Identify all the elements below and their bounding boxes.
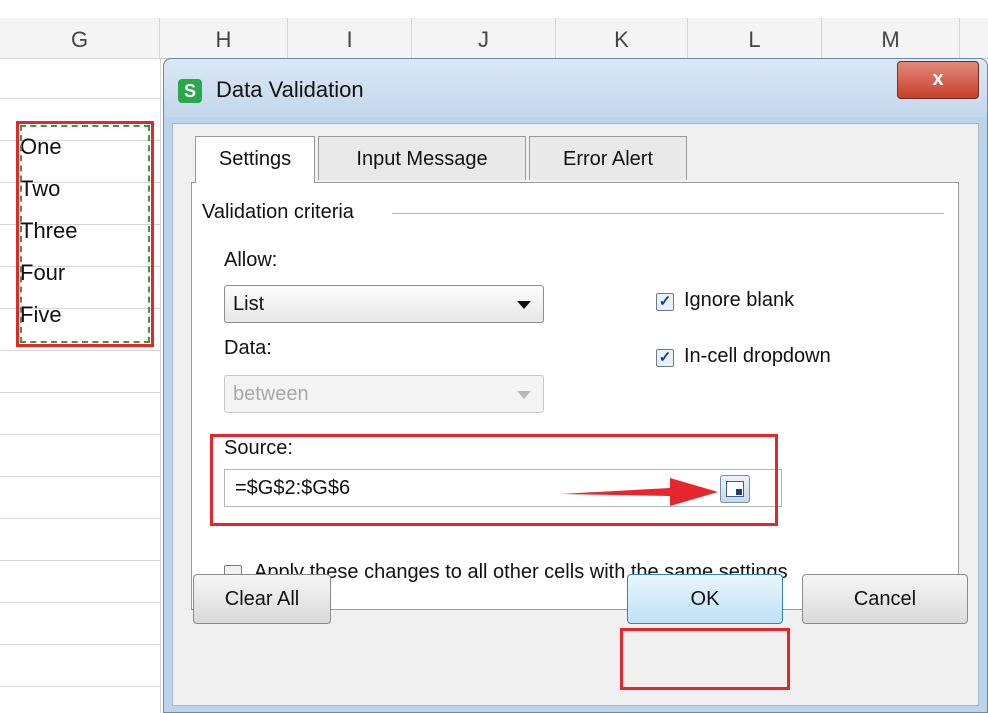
ignore-blank-checkbox[interactable]: ✓ — [656, 293, 674, 311]
row-divider — [0, 560, 160, 561]
dialog-title: Data Validation — [216, 77, 364, 102]
row-divider — [0, 350, 160, 351]
close-icon[interactable]: x — [897, 61, 979, 99]
row-divider — [0, 392, 160, 393]
tab-error-alert[interactable]: Error Alert — [529, 136, 687, 180]
column-header-k[interactable]: K — [556, 18, 688, 58]
allow-select-value: List — [233, 293, 265, 315]
in-cell-dropdown-checkbox[interactable]: ✓ — [656, 349, 674, 367]
settings-panel: Validation criteria Allow: List ✓ Ignore… — [191, 182, 959, 610]
in-cell-dropdown-label[interactable]: In-cell dropdown — [684, 345, 831, 368]
row-divider — [0, 602, 160, 603]
chevron-down-icon — [517, 301, 531, 309]
data-select-value: between — [233, 383, 309, 405]
row-divider — [0, 476, 160, 477]
highlight-box-cells — [16, 121, 154, 347]
column-header-g[interactable]: G — [0, 18, 160, 58]
column-header-j[interactable]: J — [412, 18, 556, 58]
group-divider — [392, 213, 944, 214]
allow-label: Allow: — [224, 249, 278, 271]
pointer-arrow-icon — [560, 478, 718, 506]
column-header-h[interactable]: H — [160, 18, 288, 58]
column-header-m[interactable]: M — [822, 18, 960, 58]
highlight-box-ok — [620, 628, 790, 690]
column-header-row: G H I J K L M — [0, 18, 988, 59]
data-select: between — [224, 375, 544, 413]
allow-select[interactable]: List — [224, 285, 544, 323]
row-divider — [0, 98, 160, 99]
column-header-l[interactable]: L — [688, 18, 822, 58]
group-label-validation-criteria: Validation criteria — [202, 201, 358, 224]
row-divider — [0, 644, 160, 645]
cancel-button[interactable]: Cancel — [802, 574, 968, 624]
row-divider — [0, 686, 160, 687]
dialog-titlebar[interactable]: S Data Validation x — [164, 59, 987, 117]
ok-button[interactable]: OK — [627, 574, 783, 624]
data-label: Data: — [224, 337, 272, 359]
tab-input-message[interactable]: Input Message — [318, 136, 526, 180]
tab-settings[interactable]: Settings — [195, 136, 315, 183]
ignore-blank-label[interactable]: Ignore blank — [684, 289, 794, 312]
app-logo-icon: S — [178, 79, 202, 103]
column-header-i[interactable]: I — [288, 18, 412, 58]
row-divider — [0, 518, 160, 519]
row-divider — [0, 434, 160, 435]
clear-all-button[interactable]: Clear All — [193, 574, 331, 624]
chevron-down-icon — [517, 391, 531, 399]
